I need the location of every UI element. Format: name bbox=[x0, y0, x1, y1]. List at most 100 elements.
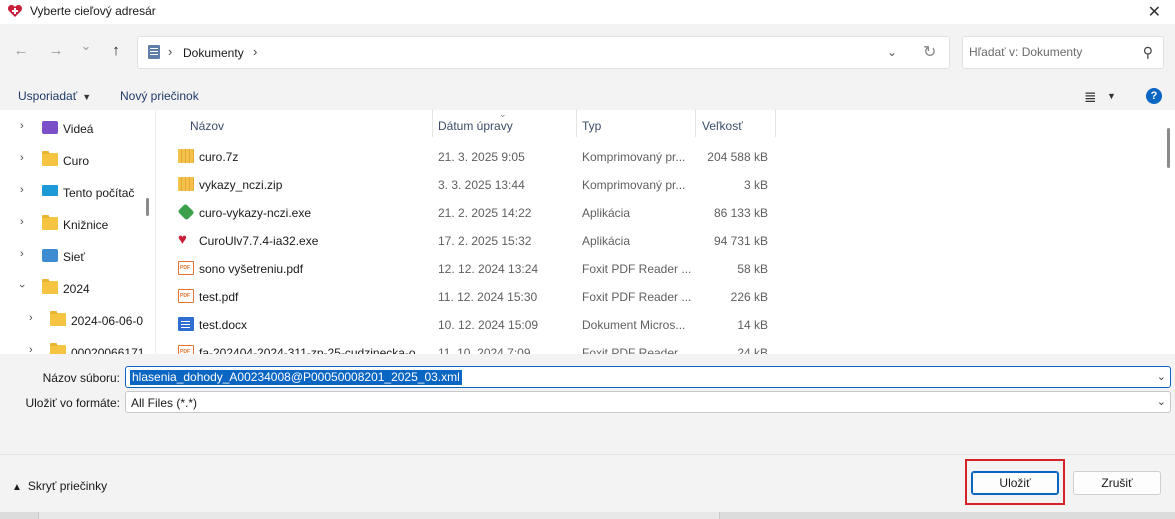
column-header-name[interactable]: Názov bbox=[156, 110, 432, 137]
expand-chevron-icon[interactable]: › bbox=[20, 120, 24, 132]
folder-icon bbox=[50, 343, 66, 354]
file-date: 12. 12. 2024 13:24 bbox=[438, 262, 539, 276]
file-date: 17. 2. 2025 15:32 bbox=[438, 234, 532, 248]
monitor-icon bbox=[42, 185, 58, 196]
file-row[interactable]: fa-202404-2024-311-zp-25-cudzinecka-o...… bbox=[156, 338, 1156, 354]
up-arrow-icon[interactable]: ↑ bbox=[106, 42, 126, 59]
file-row[interactable]: curo.7z 21. 3. 2025 9:05 Komprimovaný pr… bbox=[156, 142, 1156, 170]
filename-field[interactable]: hlasenia_dohody_A00234008@P00050008201_2… bbox=[125, 366, 1171, 388]
filename-dropdown-chevron-icon[interactable]: ⌄ bbox=[1157, 370, 1166, 383]
tree-item-2024[interactable]: › 2024 bbox=[0, 274, 145, 302]
file-name: sono vyšetreniu.pdf bbox=[199, 262, 304, 276]
recent-locations-icon[interactable]: ⌄ bbox=[76, 38, 96, 54]
forward-arrow-icon[interactable]: → bbox=[46, 42, 66, 59]
file-name: test.docx bbox=[199, 318, 248, 332]
tree-item-label: Sieť bbox=[63, 250, 85, 264]
file-name: CuroUlv7.7.4-ia32.exe bbox=[199, 234, 319, 248]
breadcrumb-documents[interactable]: Dokumenty bbox=[183, 46, 244, 60]
file-type: Komprimovaný pr... bbox=[582, 150, 686, 164]
address-bar[interactable]: › Dokumenty › ⌄ ↻ bbox=[137, 36, 950, 69]
filename-value[interactable]: hlasenia_dohody_A00234008@P00050008201_2… bbox=[130, 370, 462, 385]
tree-item-2024-06-06[interactable]: › 2024-06-06-0 bbox=[0, 306, 145, 334]
tree-item-label: Curo bbox=[63, 154, 90, 168]
tree-item-libraries[interactable]: › Knižnice bbox=[0, 210, 145, 238]
navigation-bar: ← → ⌄ ↑ › Dokumenty › ⌄ ↻ ⚲ bbox=[0, 24, 1175, 82]
column-header-date[interactable]: Dátum úpravy bbox=[433, 110, 576, 137]
new-folder-button[interactable]: Nový priečinok bbox=[120, 89, 199, 103]
background-window-panel bbox=[38, 512, 720, 519]
file-size: 14 kB bbox=[737, 318, 768, 332]
folder-icon bbox=[42, 279, 58, 294]
title-bar: Vyberte cieľový adresár ✕ bbox=[0, 0, 1175, 24]
file-size: 86 133 kB bbox=[713, 206, 768, 220]
file-type: Foxit PDF Reader ... bbox=[582, 262, 692, 276]
file-name: vykazy_nczi.zip bbox=[199, 178, 283, 192]
documents-location-icon bbox=[148, 45, 160, 59]
column-header-type-label: Typ bbox=[582, 119, 602, 133]
save-button[interactable]: Uložiť bbox=[971, 471, 1059, 495]
breadcrumb-chevron-icon[interactable]: › bbox=[253, 44, 257, 59]
exe-icon bbox=[177, 203, 195, 221]
expand-chevron-icon[interactable]: › bbox=[20, 152, 24, 164]
format-select[interactable]: All Files (*.*) ⌄ bbox=[125, 391, 1171, 413]
tree-item-videos[interactable]: › Videá bbox=[0, 114, 145, 142]
folder-icon bbox=[42, 215, 58, 230]
tree-item-label: Tento počítač bbox=[63, 186, 135, 200]
breadcrumb-chevron-icon[interactable]: › bbox=[168, 44, 172, 59]
file-list: Názov ⌄ Dátum úpravy Typ Veľkosť curo.7z… bbox=[156, 110, 1175, 354]
file-row[interactable]: test.pdf 11. 12. 2024 15:30 Foxit PDF Re… bbox=[156, 282, 1156, 310]
navigation-tree: › Videá › Curo › Tento počítač › Knižnic… bbox=[0, 110, 145, 354]
column-separator[interactable] bbox=[775, 110, 776, 137]
tree-item-curo[interactable]: › Curo bbox=[0, 146, 145, 174]
view-caret-down-icon[interactable]: ▼ bbox=[1107, 91, 1116, 101]
tree-item-label: Videá bbox=[63, 122, 94, 136]
expand-chevron-icon[interactable]: › bbox=[20, 248, 24, 260]
file-row[interactable]: sono vyšetreniu.pdf 12. 12. 2024 13:24 F… bbox=[156, 254, 1156, 282]
filename-label: Názov súboru: bbox=[42, 371, 120, 385]
tree-item-00020066171[interactable]: › 00020066171 bbox=[0, 338, 145, 354]
videos-icon bbox=[42, 121, 58, 134]
file-size: 58 kB bbox=[737, 262, 768, 276]
file-row[interactable]: curo-vykazy-nczi.exe 21. 2. 2025 14:22 A… bbox=[156, 198, 1156, 226]
file-size: 94 731 kB bbox=[713, 234, 768, 248]
expand-chevron-icon[interactable]: › bbox=[20, 184, 24, 196]
back-arrow-icon[interactable]: ← bbox=[11, 42, 31, 59]
hide-folders-button[interactable]: ▲ Skryť priečinky bbox=[12, 479, 107, 493]
search-input[interactable] bbox=[969, 45, 1129, 59]
expand-chevron-icon[interactable]: › bbox=[20, 216, 24, 228]
address-history-chevron-icon[interactable]: ⌄ bbox=[887, 45, 897, 59]
cancel-button[interactable]: Zrušiť bbox=[1073, 471, 1161, 495]
close-icon[interactable]: ✕ bbox=[1148, 2, 1161, 22]
organize-menu-button[interactable]: Usporiadať ▼ bbox=[18, 89, 91, 103]
tree-item-network[interactable]: › Sieť bbox=[0, 242, 145, 270]
refresh-icon[interactable]: ↻ bbox=[923, 42, 936, 62]
pdf-icon bbox=[178, 345, 194, 354]
save-form: Názov súboru: hlasenia_dohody_A00234008@… bbox=[0, 354, 1175, 454]
format-dropdown-chevron-icon[interactable]: ⌄ bbox=[1157, 395, 1166, 408]
expand-chevron-icon[interactable]: › bbox=[29, 344, 33, 354]
tree-scrollbar-thumb[interactable] bbox=[146, 198, 149, 216]
file-date: 11. 10. 2024 7:09 bbox=[438, 346, 531, 354]
file-row[interactable]: vykazy_nczi.zip 3. 3. 2025 13:44 Komprim… bbox=[156, 170, 1156, 198]
file-name: curo-vykazy-nczi.exe bbox=[199, 206, 312, 220]
search-box[interactable]: ⚲ bbox=[962, 36, 1164, 69]
folder-icon bbox=[50, 311, 66, 326]
hide-folders-label: Skryť priečinky bbox=[27, 479, 108, 493]
column-header-type[interactable]: Typ bbox=[577, 110, 695, 137]
column-header-size[interactable]: Veľkosť bbox=[696, 110, 775, 137]
collapse-chevron-icon[interactable]: › bbox=[16, 284, 28, 288]
expand-chevron-icon[interactable]: › bbox=[29, 312, 33, 324]
column-header-name-label: Názov bbox=[190, 119, 225, 133]
view-options-icon[interactable]: ≣ bbox=[1084, 88, 1097, 106]
chevron-up-icon: ▲ bbox=[12, 482, 22, 493]
file-list-scrollbar-thumb[interactable] bbox=[1167, 128, 1170, 168]
file-type: Komprimovaný pr... bbox=[582, 178, 686, 192]
file-date: 3. 3. 2025 13:44 bbox=[438, 178, 525, 192]
file-row[interactable]: test.docx 10. 12. 2024 15:09 Dokument Mi… bbox=[156, 310, 1156, 338]
file-size: 3 kB bbox=[743, 178, 768, 192]
network-icon bbox=[42, 249, 58, 262]
help-icon[interactable]: ? bbox=[1146, 88, 1162, 104]
file-row[interactable]: ♥ CuroUlv7.7.4-ia32.exe 17. 2. 2025 15:3… bbox=[156, 226, 1156, 254]
search-icon[interactable]: ⚲ bbox=[1143, 44, 1153, 61]
tree-item-this-pc[interactable]: › Tento počítač bbox=[0, 178, 145, 206]
